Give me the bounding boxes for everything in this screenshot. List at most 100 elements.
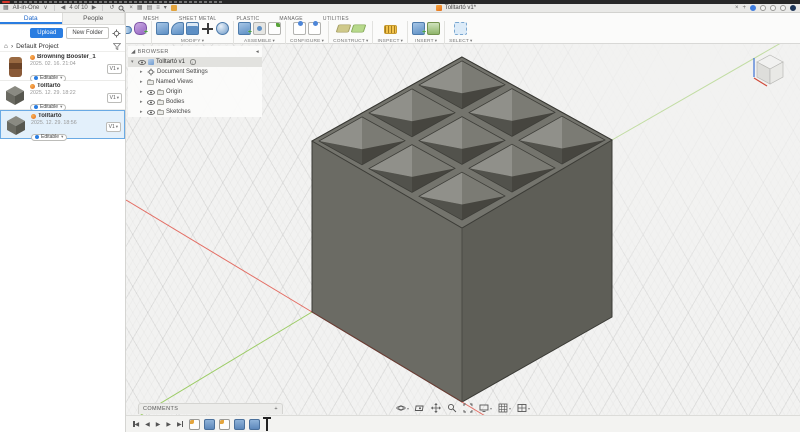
data-panel-tab-data[interactable]: Data	[0, 13, 63, 24]
visibility-eye-icon[interactable]	[147, 109, 155, 115]
configure-icon[interactable]	[293, 21, 307, 35]
item-thumbnail	[4, 114, 28, 137]
upload-button[interactable]: Upload	[30, 28, 64, 38]
configuration-table-icon[interactable]	[308, 21, 322, 35]
browser-node-bodies[interactable]: ▸ Bodies	[128, 97, 262, 107]
fit-tool[interactable]	[463, 403, 473, 413]
access-badge[interactable]: Editable ▾	[31, 133, 68, 141]
timeline-step-forward-button[interactable]: ▶	[164, 421, 173, 428]
comments-bar[interactable]: COMMENTS +	[138, 403, 283, 414]
info-icon[interactable]: i	[190, 59, 196, 65]
timeline-skip-end-button[interactable]: ▶	[175, 421, 185, 428]
browser-drag-icon[interactable]: ◢	[131, 49, 136, 55]
expand-icon[interactable]: ▸	[140, 109, 145, 115]
select-tool-icon[interactable]	[454, 22, 468, 35]
new-component-icon[interactable]: +	[238, 22, 252, 36]
data-panel-tab-people[interactable]: People	[63, 13, 125, 24]
layout-view-icon[interactable]: ▤	[147, 5, 153, 11]
root-node-label[interactable]: Tolltartó v1	[156, 59, 185, 65]
capture-tool-label[interactable]: All-in-One	[13, 5, 40, 11]
cloud-doc-icon	[30, 54, 35, 60]
recording-badge	[2, 1, 10, 3]
canvas-icon[interactable]	[427, 22, 441, 35]
appearance-icon[interactable]	[216, 22, 229, 35]
browser-node-named-views[interactable]: ▸ Named Views	[128, 77, 262, 87]
timeline-feature-sketch[interactable]	[219, 418, 231, 430]
app-bar: ▦ All-in-One ∨ ◀ 4 of 10 ▶ ↺ × ▦ ▤ ≡ ▾ T…	[0, 4, 800, 13]
project-item-selected[interactable]: Tolltartó 2025. 12. 29. 18:56 Editable ▾ …	[0, 110, 125, 141]
timeline-position-marker[interactable]	[263, 416, 272, 432]
browser-node-sketches[interactable]: ▸ Sketches	[128, 107, 262, 117]
zoom-search-icon[interactable]	[118, 5, 126, 12]
comments-expand-icon[interactable]: +	[274, 406, 278, 412]
version-button[interactable]: V1 ▾	[106, 93, 122, 103]
viewport[interactable]: ◢ BROWSER ◂ ▾ Tolltartó v1 i ▸ Document …	[126, 44, 800, 432]
offset-plane-icon[interactable]	[335, 24, 352, 33]
page-next-icon[interactable]: ▶	[92, 5, 97, 11]
browser-node-origin[interactable]: ▸ Origin	[128, 87, 262, 97]
folder-icon	[157, 88, 164, 95]
visibility-eye-icon[interactable]	[147, 99, 155, 105]
timeline-feature-extrude[interactable]	[204, 418, 216, 430]
fillet-icon[interactable]	[171, 22, 184, 35]
notifications-icon[interactable]	[770, 5, 776, 11]
list-view-icon[interactable]: ≡	[156, 5, 160, 11]
job-status-icon[interactable]	[750, 5, 756, 11]
grid-view-icon[interactable]: ▦	[137, 5, 143, 11]
view-cube[interactable]	[748, 48, 792, 92]
timeline-step-back-button[interactable]: ◀	[143, 421, 152, 428]
joint-icon[interactable]	[253, 22, 266, 35]
help-icon[interactable]	[780, 5, 786, 11]
timeline-feature-extrude[interactable]	[234, 418, 246, 430]
expand-icon[interactable]: ▾	[131, 59, 136, 65]
browser-node-document-settings[interactable]: ▸ Document Settings	[128, 67, 262, 77]
browser-collapse-icon[interactable]: ◂	[256, 49, 259, 55]
insert-derive-icon[interactable]: +	[412, 22, 426, 36]
grid-settings[interactable]: ▾	[498, 403, 511, 413]
timeline-play-button[interactable]: ▶	[154, 421, 163, 428]
page-prev-icon[interactable]: ◀	[61, 5, 66, 11]
press-pull-icon[interactable]	[156, 22, 169, 35]
pan-tool[interactable]	[431, 403, 441, 413]
capture-caret-icon[interactable]: ∨	[43, 5, 47, 11]
data-settings-gear-icon[interactable]	[112, 29, 121, 38]
new-tab-icon[interactable]: +	[742, 5, 746, 11]
breadcrumb-project[interactable]: Default Project	[16, 43, 59, 50]
version-button[interactable]: V1 ▾	[106, 64, 122, 74]
tab-close-icon[interactable]: ×	[735, 5, 739, 11]
undo-icon[interactable]: ↺	[109, 5, 114, 11]
visibility-eye-icon[interactable]	[138, 59, 146, 65]
expand-icon[interactable]: ▸	[140, 69, 145, 75]
shell-icon[interactable]	[186, 22, 199, 35]
expand-icon[interactable]: ▸	[140, 79, 145, 85]
expand-icon[interactable]: ▸	[140, 89, 145, 95]
browser-root-node[interactable]: ▾ Tolltartó v1 i	[128, 57, 262, 67]
display-settings[interactable]: ▾	[479, 403, 492, 413]
zoom-tool[interactable]	[447, 403, 457, 413]
visibility-eye-icon[interactable]	[147, 89, 155, 95]
timeline-skip-start-button[interactable]: ◀	[131, 421, 141, 428]
new-folder-button[interactable]: New Folder	[66, 27, 109, 39]
extensions-icon[interactable]	[760, 5, 766, 11]
filter-icon[interactable]	[113, 42, 121, 50]
move-copy-icon[interactable]	[201, 22, 214, 35]
look-at-tool[interactable]	[414, 403, 425, 413]
caret-down-icon[interactable]: ▾	[164, 5, 167, 11]
close-capture-icon[interactable]: ×	[129, 5, 133, 11]
timeline-feature-sketch[interactable]	[189, 418, 201, 430]
version-button[interactable]: V1 ▾	[105, 122, 121, 132]
home-icon[interactable]: ⌂	[4, 43, 8, 50]
measure-icon[interactable]	[383, 25, 397, 34]
create-form-icon[interactable]: +	[134, 22, 148, 36]
document-title[interactable]: Tolltartó v1*	[445, 5, 476, 11]
rigid-group-icon[interactable]	[268, 22, 281, 35]
orbit-tool[interactable]: ▾	[396, 403, 409, 413]
project-item[interactable]: Tolltartó 2025. 12. 29. 18:22 Editable ▾ …	[0, 81, 125, 111]
capture-grid-icon[interactable]: ▦	[3, 5, 9, 11]
project-item[interactable]: Browning Booster_1 2025. 02. 16. 21:04 E…	[0, 52, 125, 82]
timeline-feature-extrude[interactable]	[249, 418, 261, 430]
expand-icon[interactable]: ▸	[140, 99, 145, 105]
profile-avatar[interactable]	[790, 5, 796, 11]
midplane-icon[interactable]	[350, 24, 367, 33]
viewports-settings[interactable]: ▾	[517, 403, 530, 413]
